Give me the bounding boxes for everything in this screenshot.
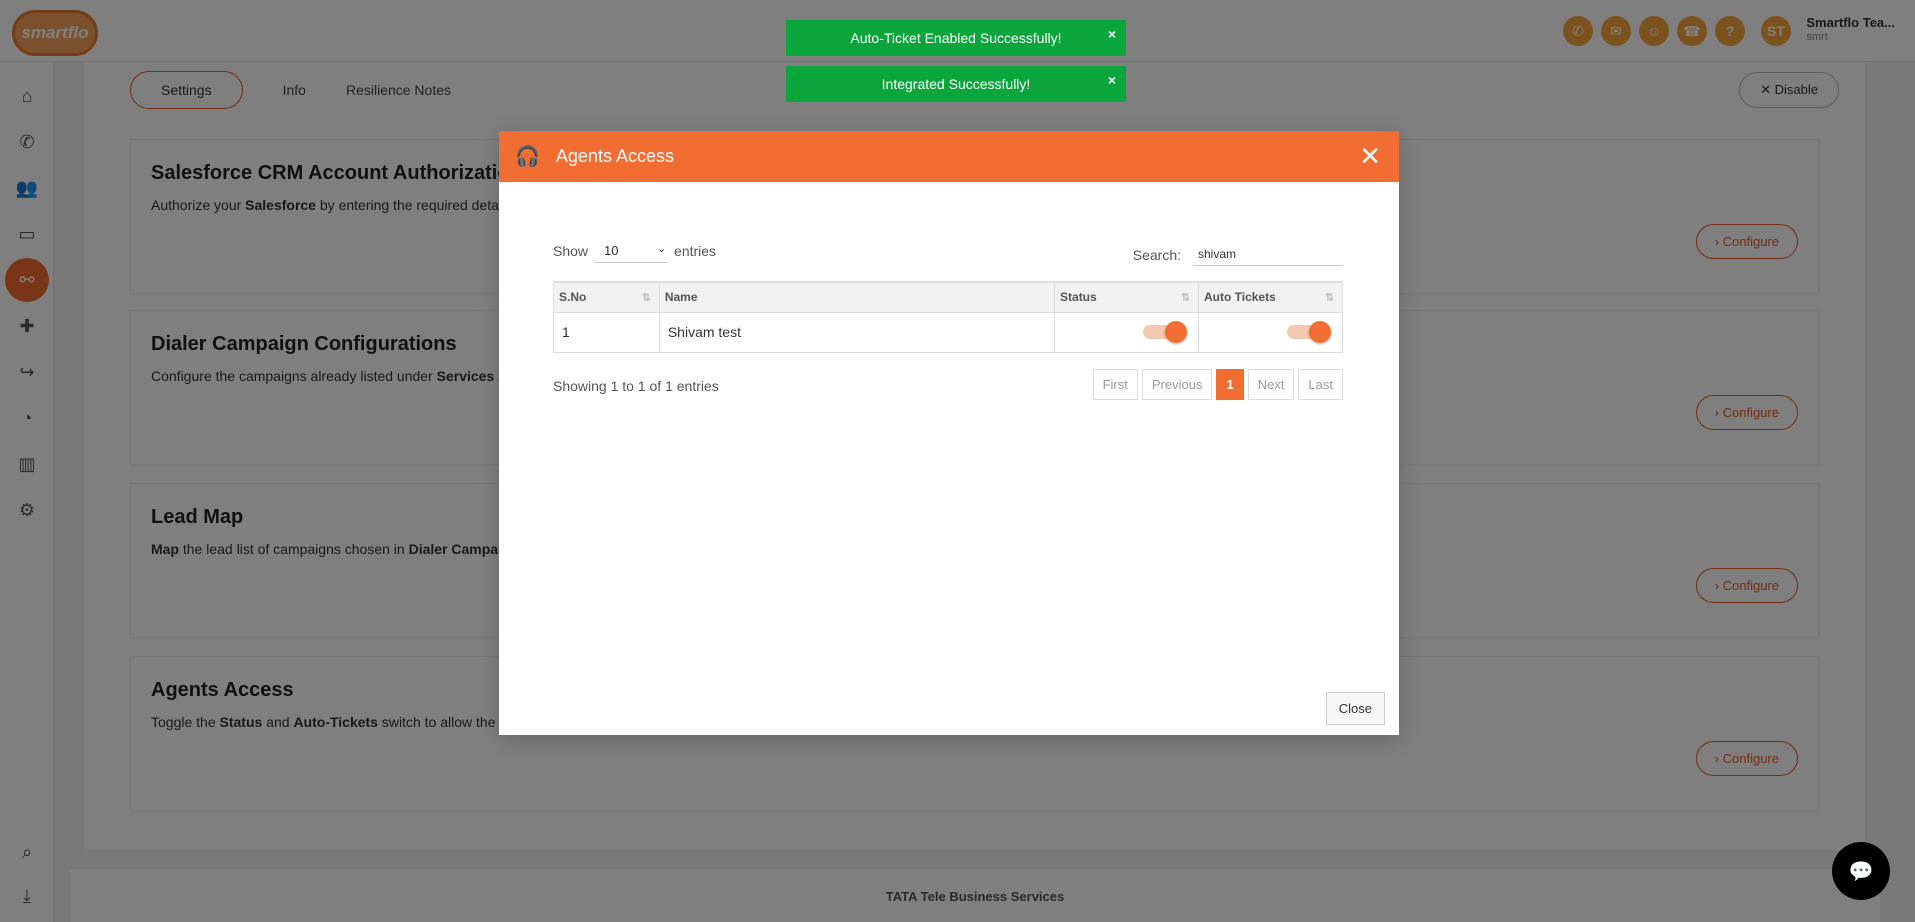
- status-toggle[interactable]: [1143, 321, 1188, 343]
- toast-integrated: Integrated Successfully! ×: [786, 66, 1126, 102]
- search-label: Search:: [1132, 246, 1181, 263]
- pager-next[interactable]: Next: [1247, 369, 1295, 400]
- pager-previous[interactable]: Previous: [1141, 369, 1213, 400]
- toast-auto-ticket: Auto-Ticket Enabled Successfully! ×: [786, 20, 1126, 56]
- toast-text: Auto-Ticket Enabled Successfully!: [850, 30, 1062, 46]
- cell-auto-tickets: [1197, 311, 1344, 353]
- column-header-status[interactable]: Status ⇅: [1054, 281, 1199, 313]
- modal-title: Agents Access: [555, 146, 674, 166]
- column-header-auto-tickets[interactable]: Auto Tickets ⇅: [1197, 281, 1344, 313]
- toast-text: Integrated Successfully!: [881, 76, 1031, 92]
- headset-icon: 🎧: [515, 146, 540, 168]
- sort-icon: ⇅: [641, 292, 651, 304]
- sort-icon: ⇅: [1324, 292, 1334, 304]
- pager-first[interactable]: First: [1092, 369, 1138, 400]
- chevron-down-icon: ⌄: [656, 243, 667, 255]
- entries-select[interactable]: 10 ⌄: [594, 239, 669, 263]
- toast-close-icon[interactable]: ×: [1108, 26, 1116, 42]
- search-control: Search: shivam: [1133, 243, 1343, 266]
- entries-label: entries: [674, 243, 717, 259]
- chat-icon[interactable]: 💬: [1832, 842, 1890, 900]
- pager-last[interactable]: Last: [1298, 369, 1343, 400]
- close-icon[interactable]: ✕: [1359, 141, 1381, 172]
- cell-status: [1054, 311, 1199, 353]
- pager-page-1[interactable]: 1: [1216, 369, 1244, 400]
- table-row: 1 Shivam test: [553, 311, 1344, 353]
- cell-name: Shivam test: [658, 311, 1056, 353]
- agents-access-modal: 🎧 Agents Access ✕ Show 10 ⌄ entries Sear…: [499, 131, 1399, 735]
- close-button[interactable]: Close: [1325, 692, 1385, 725]
- entries-control: Show 10 ⌄ entries: [553, 239, 716, 263]
- modal-header: 🎧 Agents Access ✕: [499, 131, 1399, 182]
- show-label: Show: [553, 243, 589, 259]
- auto-tickets-toggle[interactable]: [1286, 321, 1331, 343]
- column-header-sno[interactable]: S.No ⇅: [553, 281, 660, 313]
- table-info: Showing 1 to 1 of 1 entries: [553, 378, 719, 394]
- column-header-name[interactable]: Name: [658, 281, 1056, 313]
- pagination: First Previous 1 Next Last: [1092, 369, 1343, 400]
- cell-sno: 1: [553, 311, 660, 353]
- toast-close-icon[interactable]: ×: [1108, 72, 1116, 88]
- sort-icon: ⇅: [1180, 292, 1190, 304]
- agents-table: S.No ⇅ Name Status ⇅ Auto Tickets ⇅ 1 Shiva…: [553, 281, 1344, 353]
- table-controls: Show 10 ⌄ entries Search: shivam: [553, 239, 1343, 279]
- search-input[interactable]: shivam: [1193, 243, 1343, 266]
